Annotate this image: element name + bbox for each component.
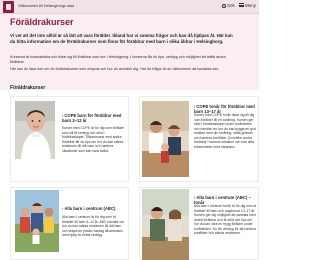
site-tagline[interactable]: Välkommen till Helsingborgs stad [18, 4, 74, 8]
hamburger-menu-icon [239, 3, 244, 8]
card-title[interactable]: ›COPE barn för föräldrar med barn 3–12 å… [62, 113, 126, 123]
intro-section: Föräldrakurser Vi vet att det inte allti… [0, 14, 259, 90]
section-title: Föräldrakurser [10, 85, 46, 91]
card-description: Kurser med COPE är för dig som förälder … [62, 126, 125, 153]
course-card-abc-teen[interactable]: ›Alla barn i centrum (ABC) – tonår Alla … [139, 187, 259, 260]
parent-teen-image [142, 189, 189, 260]
card-description: Kurser med COPE tonår riktar sig till di… [194, 113, 256, 149]
card-description: Alla barn i centrum är för dig som är fö… [62, 215, 125, 237]
page-title: Föräldrakurser [10, 17, 74, 27]
top-bar: Välkommen till Helsingborgs stad Sök Men… [0, 0, 259, 14]
intro-lead: Vi vet att det inte alltid är så lätt at… [10, 33, 233, 44]
card-description: Alla barn i centrum tonår är för dig som… [194, 204, 257, 235]
intro-paragraph: Här kan du läsa mer om de föräldrakurser… [10, 67, 220, 71]
child-portrait-image [15, 101, 55, 159]
family-group-image [15, 190, 59, 252]
menu-button[interactable]: Meny [239, 3, 256, 8]
search-button[interactable]: Sök [222, 3, 235, 8]
search-icon [222, 3, 226, 8]
menu-label: Meny [245, 3, 257, 8]
intro-paragraph: Kurserna är kostnadsfria och riktar sig … [10, 55, 226, 64]
course-card-cope-teen[interactable]: ›COPE tonår för föräldrar med barn 13–17… [139, 96, 259, 182]
card-title[interactable]: ›Alla barn i centrum (ABC) [62, 206, 126, 211]
course-card-abc[interactable]: ›Alla barn i centrum (ABC) Alla barn i c… [10, 187, 129, 260]
family-photo-image [142, 101, 189, 177]
search-label: Sök [227, 3, 235, 8]
course-card-cope-child[interactable]: ›COPE barn för föräldrar med barn 3–12 å… [10, 96, 129, 182]
city-logo[interactable] [3, 1, 14, 13]
